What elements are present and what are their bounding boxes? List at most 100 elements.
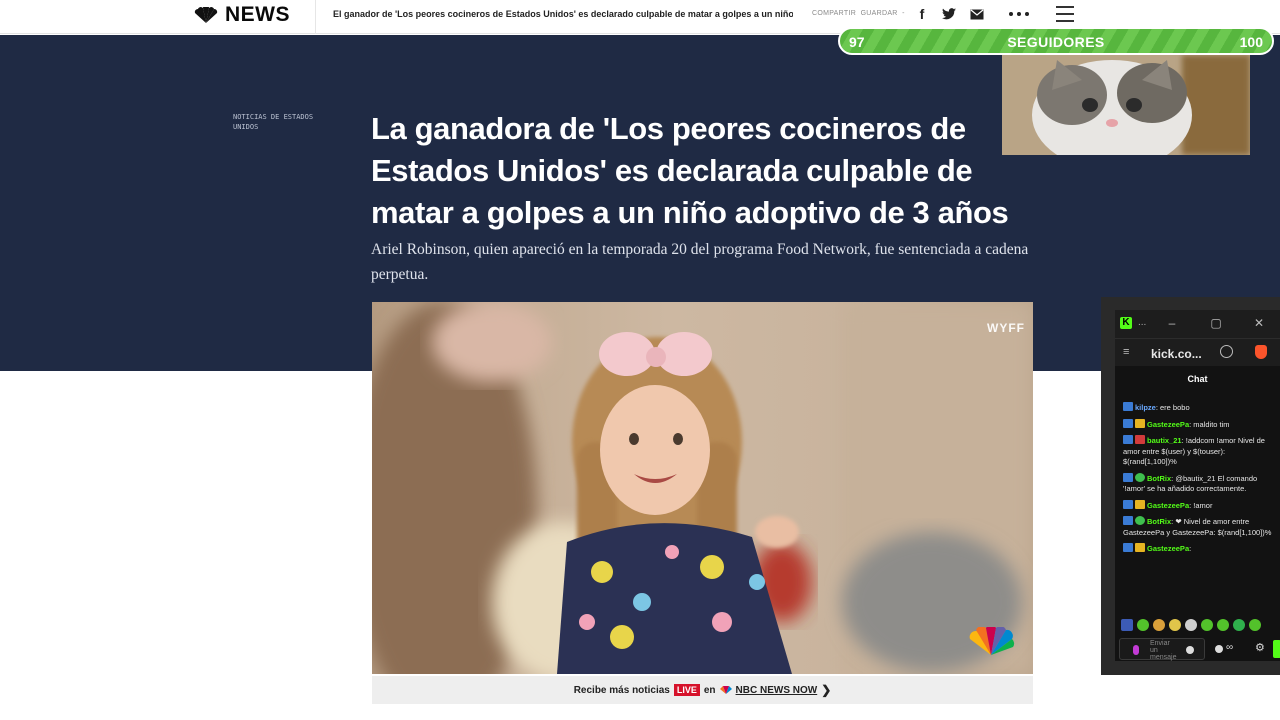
chat-message: kilpze: ere bobo	[1123, 402, 1275, 414]
browser-url-bar[interactable]: ≡ kick.co...	[1115, 338, 1280, 366]
cat-image	[1002, 55, 1250, 155]
user-badge-icon	[1135, 499, 1145, 509]
promo-text: Recibe más noticias	[573, 684, 670, 696]
chat-message: bautix_21: !addcom !amor Nivel de amor e…	[1123, 435, 1275, 468]
chat-message-text: : maldito tim	[1189, 419, 1230, 429]
user-badge-icon	[1123, 543, 1133, 552]
emote-icon[interactable]	[1153, 619, 1165, 631]
chat-username[interactable]: kilpze	[1135, 403, 1156, 412]
user-badge-icon	[1123, 435, 1133, 444]
chat-message: BotRix: ❤ Nivel de amor entre GastezeePa…	[1123, 516, 1275, 538]
url-text: kick.co...	[1151, 347, 1202, 361]
logo-text: NEWS	[225, 3, 290, 26]
peacock-small-icon	[719, 686, 732, 694]
settings-gear-icon[interactable]: ⚙	[1255, 641, 1265, 654]
peacock-icon	[194, 7, 218, 23]
chat-input-placeholder: Enviar un mensaje	[1150, 640, 1177, 661]
video-watermark: WYFF	[987, 321, 1025, 335]
video-player[interactable]: WYFF	[372, 302, 1033, 674]
more-dots-icon[interactable]	[1008, 5, 1030, 23]
menu-icon[interactable]	[1056, 6, 1074, 22]
chat-panel: K ... – ▢ ✕ ≡ kick.co... Chat kilpze: er…	[1115, 310, 1280, 661]
share-label[interactable]: COMPARTIR	[812, 10, 856, 17]
emote-icon[interactable]	[1201, 619, 1213, 631]
save-label[interactable]: GUARDAR	[861, 10, 898, 17]
emote-icon[interactable]	[1249, 619, 1261, 631]
nbc-news-now-link[interactable]: NBC NEWS NOW	[736, 685, 818, 696]
nav-divider	[315, 0, 316, 34]
nbc-peacock-icon	[969, 627, 1015, 655]
chat-message: BotRix: @bautix_21 El comando '!amor' se…	[1123, 472, 1275, 495]
emoji-icon[interactable]	[1186, 646, 1194, 654]
emote-icon[interactable]	[1169, 619, 1181, 631]
chevron-right-icon[interactable]: ❯	[821, 683, 831, 697]
user-badge-icon	[1123, 402, 1133, 411]
chat-message: GastezeePa: !amor	[1123, 499, 1275, 512]
user-badge-icon	[1123, 472, 1133, 482]
article-dek: Ariel Robinson, quien apareció en la tem…	[371, 241, 1029, 283]
kick-logo-icon: K	[1120, 317, 1132, 329]
chat-message-input[interactable]: Enviar un mensaje	[1119, 638, 1205, 661]
follower-goal-bar: SEGUIDORES 97 100	[838, 27, 1274, 55]
chat-username[interactable]: bautix_21	[1147, 436, 1182, 445]
emote-icon[interactable]	[1233, 619, 1245, 631]
email-icon[interactable]	[968, 5, 986, 23]
sticky-headline: El ganador de 'Los peores cocineros de E…	[333, 9, 793, 19]
live-badge: LIVE	[673, 684, 700, 696]
zoom-icon[interactable]	[1220, 345, 1233, 358]
users-icon[interactable]	[1215, 645, 1223, 653]
window-titlebar: K ... – ▢ ✕	[1115, 310, 1280, 338]
maximize-icon[interactable]: ▢	[1209, 316, 1223, 330]
live-promo-bar[interactable]: Recibe más noticias LIVE en NBC NEWS NOW…	[372, 676, 1033, 704]
user-badge-icon	[1135, 472, 1145, 482]
chat-message-text: : ere bobo	[1155, 403, 1190, 412]
close-icon[interactable]: ✕	[1252, 316, 1266, 330]
share-save-labels: COMPARTIR GUARDAR -	[812, 10, 905, 17]
emote-icon[interactable]	[1137, 619, 1149, 631]
window-title-ellipsis: ...	[1138, 317, 1147, 328]
chat-title: Chat	[1187, 374, 1208, 384]
webcam-cat-overlay	[1002, 55, 1250, 155]
user-badge-icon	[1123, 516, 1133, 525]
follower-current-count: 97	[849, 34, 865, 50]
emote-icon[interactable]	[1217, 619, 1229, 631]
user-badge-icon	[1123, 418, 1133, 428]
infinity-icon: ∞	[1226, 642, 1234, 653]
chat-username[interactable]: GastezeePa	[1147, 420, 1189, 429]
chat-username[interactable]: GastezeePa	[1147, 544, 1189, 553]
brave-shield-icon[interactable]	[1255, 345, 1267, 359]
user-badge-icon	[1135, 435, 1145, 444]
chat-username[interactable]: BotRix	[1147, 517, 1171, 526]
chat-messages: kilpze: ere bobo GastezeePa: maldito tim b…	[1123, 402, 1275, 560]
video-frame-image	[372, 302, 1033, 674]
emote-bar	[1121, 618, 1273, 632]
article-category[interactable]: NOTICIAS DE ESTADOS UNIDOS	[233, 112, 333, 132]
chat-message: GastezeePa:	[1123, 543, 1275, 555]
article-title: La ganadora de 'Los peores cocineros de …	[371, 111, 1009, 230]
follower-goal-count: 100	[1239, 34, 1263, 50]
promo-en: en	[703, 684, 716, 696]
chat-username[interactable]: GastezeePa	[1147, 501, 1189, 510]
chat-message-text: : ❤ Nivel de amor entre GastezeePa y Gas…	[1123, 517, 1272, 537]
user-badge-icon	[1135, 418, 1145, 428]
chat-popout-window: K ... – ▢ ✕ ≡ kick.co... Chat kilpze: er…	[1101, 297, 1280, 675]
user-badge-icon	[1123, 499, 1133, 509]
follower-goal-label: SEGUIDORES	[1007, 34, 1105, 50]
nbc-news-logo[interactable]: NEWS	[193, 3, 290, 26]
twitter-icon[interactable]	[940, 5, 958, 23]
microphone-icon[interactable]	[1133, 645, 1139, 655]
send-button[interactable]	[1273, 640, 1280, 658]
chat-message-text: : !amor	[1189, 500, 1213, 510]
screen: NEWS El ganador de 'Los peores cocineros…	[0, 0, 1280, 720]
chat-message-text: :	[1189, 544, 1192, 553]
minimize-icon[interactable]: –	[1165, 316, 1179, 330]
facebook-icon[interactable]: f	[913, 5, 931, 23]
chat-username[interactable]: BotRix	[1147, 474, 1171, 483]
emote-icon[interactable]	[1185, 619, 1197, 631]
emote-icon[interactable]	[1121, 619, 1133, 631]
chat-message: GastezeePa: maldito tim	[1123, 418, 1275, 431]
user-badge-icon	[1135, 516, 1145, 525]
user-badge-icon	[1135, 543, 1145, 552]
site-settings-icon[interactable]: ≡	[1123, 346, 1129, 358]
chat-input-row: Enviar un mensaje ∞ ⚙	[1119, 638, 1280, 661]
